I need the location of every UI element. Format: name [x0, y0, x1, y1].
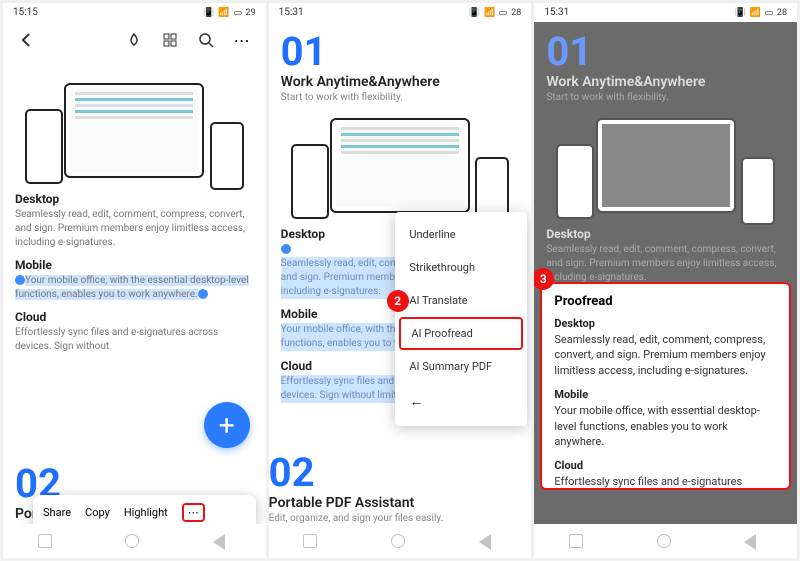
- status-icons: 📳 📶 28: [734, 8, 787, 18]
- section-desktop-heading: Desktop: [15, 192, 254, 206]
- menu-ai-translate[interactable]: AI Translate: [395, 284, 527, 317]
- section-desktop-text: Seamlessly read, edit, comment, compress…: [15, 208, 254, 250]
- nav-recent-icon[interactable]: [38, 534, 56, 552]
- share-button[interactable]: Share: [43, 506, 71, 519]
- status-icons: 📳 📶 29: [203, 8, 256, 18]
- app-toolbar: ⋯: [3, 22, 266, 58]
- number-01: 01: [281, 32, 520, 72]
- vibrate-icon: 📳: [469, 8, 480, 18]
- system-nav-bar: [534, 524, 797, 558]
- more-button[interactable]: ⋯: [182, 503, 205, 522]
- selection-handle-start[interactable]: [15, 275, 25, 285]
- wifi-icon: 📶: [750, 8, 761, 18]
- more-icon[interactable]: ⋯: [232, 30, 252, 50]
- proofread-mobile-heading: Mobile: [554, 388, 777, 401]
- sheet-title: Proofread: [554, 294, 777, 309]
- status-bar: 15:15 📳 📶 29: [3, 3, 266, 22]
- battery-pct: 29: [246, 8, 256, 18]
- battery-icon: [499, 11, 507, 15]
- title-02: Portable PDF Assistant: [269, 495, 532, 511]
- number-02: 02: [269, 453, 532, 493]
- battery-icon: [234, 11, 242, 15]
- fab-add-button[interactable]: +: [204, 402, 250, 448]
- section-mobile-text[interactable]: Your mobile office, with the essential d…: [15, 274, 254, 302]
- selection-handle-start[interactable]: [281, 244, 291, 254]
- menu-underline[interactable]: Underline: [395, 218, 527, 251]
- status-icons: 📳 📶 28: [469, 8, 522, 18]
- hero-illustration: [19, 76, 250, 184]
- grid-icon[interactable]: [160, 30, 180, 50]
- vibrate-icon: 📳: [203, 8, 214, 18]
- title-01: Work Anytime&Anywhere: [281, 74, 520, 90]
- text-selection-toolbar: Share Copy Highlight ⋯: [33, 495, 256, 524]
- copy-button[interactable]: Copy: [85, 506, 110, 519]
- status-bar: 15:31 📳 📶 28: [534, 3, 797, 22]
- status-time: 15:31: [544, 7, 569, 18]
- proofread-cloud-heading: Cloud: [554, 459, 777, 472]
- nav-recent-icon[interactable]: [303, 534, 321, 552]
- document-content: Desktop Seamlessly read, edit, comment, …: [3, 58, 266, 524]
- menu-back[interactable]: ←: [395, 383, 527, 420]
- system-nav-bar: [3, 524, 266, 558]
- subtitle-01: Start to work with flexibility.: [281, 92, 520, 103]
- nav-recent-icon[interactable]: [569, 534, 587, 552]
- hero-illustration: [285, 111, 516, 219]
- nav-back-icon[interactable]: [479, 534, 497, 552]
- nav-back-icon[interactable]: [213, 534, 231, 552]
- system-nav-bar: [269, 524, 532, 558]
- vibrate-icon: 📳: [734, 8, 745, 18]
- document-content: 01 Work Anytime&Anywhere Start to work w…: [269, 22, 532, 524]
- nav-home-icon[interactable]: [657, 534, 675, 552]
- wifi-icon: 📶: [218, 8, 229, 18]
- proofread-cloud-text: Effortlessly sync files and e-signatures…: [554, 474, 777, 490]
- context-menu: Underline Strikethrough AI Translate AI …: [395, 212, 527, 426]
- proofread-desktop-heading: Desktop: [554, 317, 777, 330]
- battery-icon: [765, 11, 773, 15]
- status-bar: 15:31 📳 📶 28: [269, 3, 532, 22]
- step-badge-2: 2: [387, 290, 409, 312]
- nav-back-icon[interactable]: [744, 534, 762, 552]
- proofread-sheet: Proofread Desktop Seamlessly read, edit,…: [540, 282, 791, 490]
- proofread-mobile-text: Your mobile office, with essential deskt…: [554, 403, 777, 449]
- menu-ai-summary[interactable]: AI Summary PDF: [395, 350, 527, 383]
- subtitle-02: Edit, organize, and sign your files easi…: [269, 513, 532, 524]
- search-icon[interactable]: [196, 30, 216, 50]
- section-cloud-heading: Cloud: [15, 310, 254, 324]
- document-dimmed: 01 Work Anytime&Anywhere Start to work w…: [534, 22, 797, 295]
- menu-strikethrough[interactable]: Strikethrough: [395, 251, 527, 284]
- status-time: 15:15: [13, 7, 38, 18]
- wifi-icon: 📶: [484, 8, 495, 18]
- proofread-desktop-text: Seamlessly read, edit, comment, compress…: [554, 332, 777, 378]
- nav-home-icon[interactable]: [125, 534, 143, 552]
- section-mobile-heading: Mobile: [15, 258, 254, 272]
- selection-handle-end[interactable]: [198, 289, 208, 299]
- nav-home-icon[interactable]: [391, 534, 409, 552]
- section-cloud-text: Effortlessly sync files and e-signatures…: [15, 326, 254, 354]
- highlight-button[interactable]: Highlight: [124, 506, 168, 519]
- back-icon[interactable]: [17, 30, 37, 50]
- battery-pct: 28: [777, 8, 787, 18]
- battery-pct: 28: [511, 8, 521, 18]
- menu-ai-proofread[interactable]: AI Proofread: [399, 317, 523, 350]
- drop-icon[interactable]: [124, 30, 144, 50]
- status-time: 15:31: [279, 7, 304, 18]
